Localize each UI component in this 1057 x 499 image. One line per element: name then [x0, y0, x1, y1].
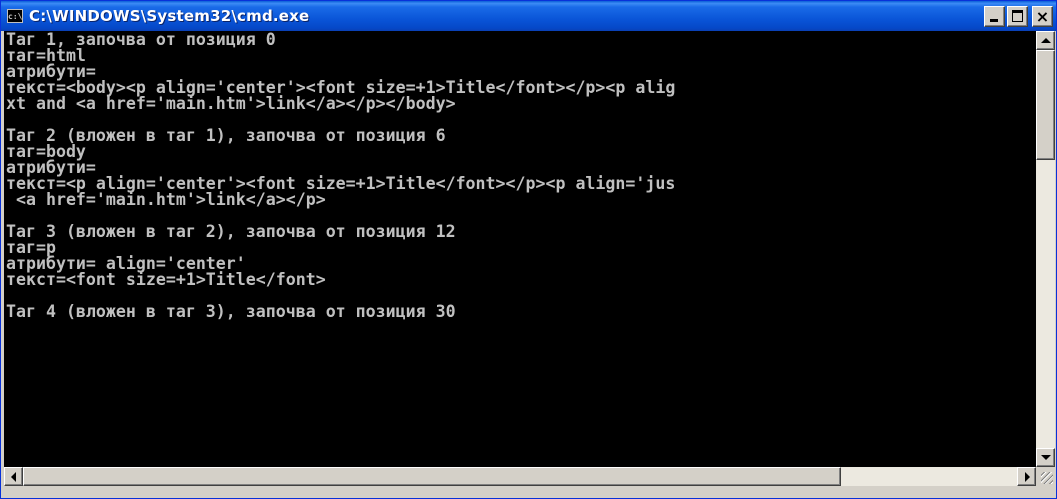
- console-text: Таг 1, започва от позиция 0 таг=html атриб…: [4, 31, 1036, 320]
- arrow-right-icon: [1025, 472, 1030, 482]
- maximize-button[interactable]: [1007, 6, 1028, 27]
- vertical-scrollbar[interactable]: [1036, 31, 1055, 467]
- minimize-button[interactable]: [984, 6, 1005, 27]
- console-line: текст=<font size=+1>Title</font>: [6, 270, 326, 289]
- scroll-down-button[interactable]: [1036, 448, 1055, 467]
- close-icon: ×: [1035, 7, 1050, 26]
- scroll-up-button[interactable]: [1036, 31, 1055, 50]
- console-line: Таг 1, започва от позиция 0: [6, 31, 276, 49]
- title-bar[interactable]: c:\ C:\WINDOWS\System32\cmd.exe ×: [1, 1, 1056, 31]
- console-line: xt and <a href='main.htm'>link</a></p></…: [6, 94, 456, 113]
- horizontal-scrollbar[interactable]: [4, 467, 1036, 486]
- arrow-down-icon: [1041, 455, 1051, 460]
- console-line: таг=body: [6, 142, 86, 161]
- horizontal-scroll-thumb[interactable]: [23, 467, 841, 486]
- console-line: <a href='main.htm'>link</a></p>: [6, 190, 326, 209]
- cmd-window: c:\ C:\WINDOWS\System32\cmd.exe × Таг 1,…: [0, 0, 1057, 499]
- vertical-scroll-thumb[interactable]: [1036, 50, 1055, 160]
- resize-grip-icon[interactable]: [1036, 467, 1055, 486]
- console-line: Таг 3 (вложен в таг 2), започва от позиц…: [6, 222, 456, 241]
- console-output[interactable]: Таг 1, започва от позиция 0 таг=html атриб…: [4, 31, 1036, 467]
- scroll-left-button[interactable]: [4, 467, 23, 486]
- console-line: таг=html: [6, 46, 86, 65]
- console-line: Таг 2 (вложен в таг 1), започва от позиц…: [6, 126, 446, 145]
- window-bottom-frame: [1, 486, 1056, 498]
- scroll-right-button[interactable]: [1017, 467, 1036, 486]
- close-button[interactable]: ×: [1032, 6, 1053, 27]
- arrow-up-icon: [1041, 38, 1051, 43]
- console-line: Таг 4 (вложен в таг 3), започва от позиц…: [6, 302, 456, 321]
- window-controls: ×: [984, 6, 1053, 27]
- window-title: C:\WINDOWS\System32\cmd.exe: [29, 7, 310, 25]
- arrow-left-icon: [11, 472, 16, 482]
- console-icon[interactable]: c:\: [7, 9, 23, 23]
